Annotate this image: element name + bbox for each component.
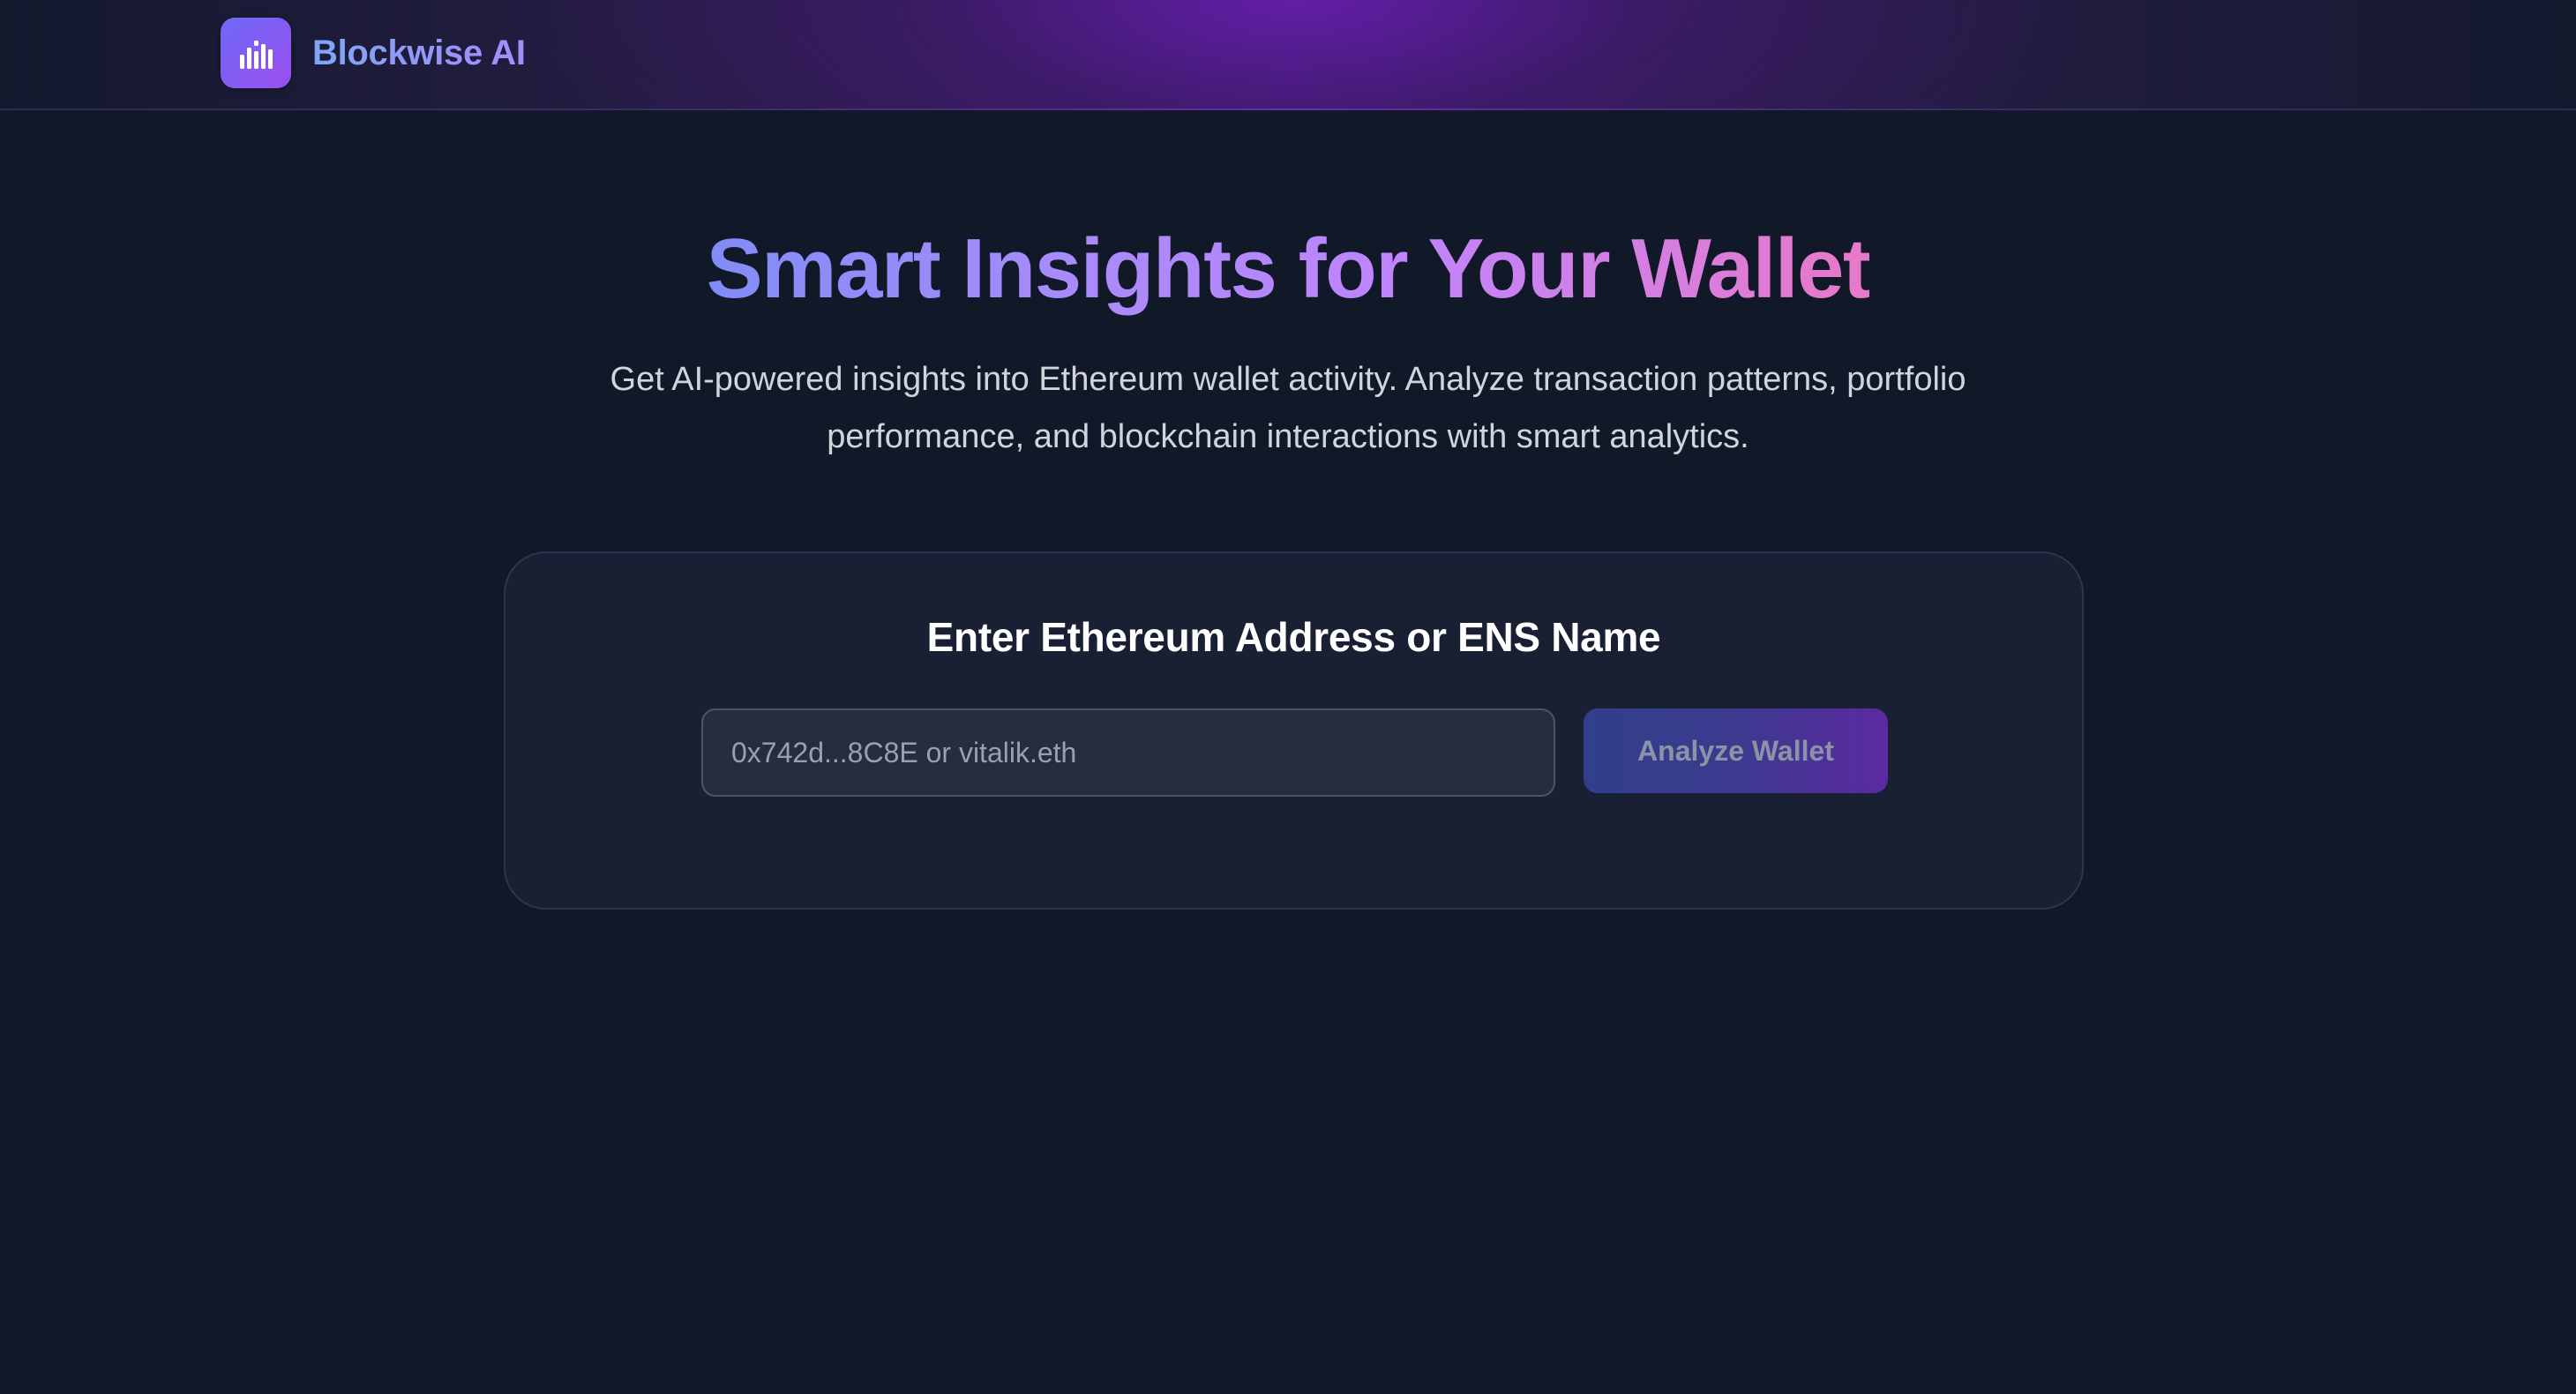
page: Blockwise AI Smart Insights for Your Wal… [0,0,2576,1394]
top-header: Blockwise AI [0,0,2576,110]
wallet-search-card: Enter Ethereum Address or ENS Name Analy… [504,551,2084,910]
hero-title-text: Smart Insights for Your Wallet [706,221,1871,316]
hero-title: Smart Insights for Your Wallet [0,212,2576,326]
address-input[interactable] [701,708,1555,797]
brand-name: Blockwise AI [312,33,526,72]
card-title: Enter Ethereum Address or ENS Name [926,614,1661,660]
analyze-wallet-button[interactable]: Analyze Wallet [1584,708,1888,793]
brand[interactable]: Blockwise AI [221,18,526,88]
hero-subtitle: Get AI-powered insights into Ethereum wa… [610,361,1966,455]
bar-chart-icon [221,18,291,88]
